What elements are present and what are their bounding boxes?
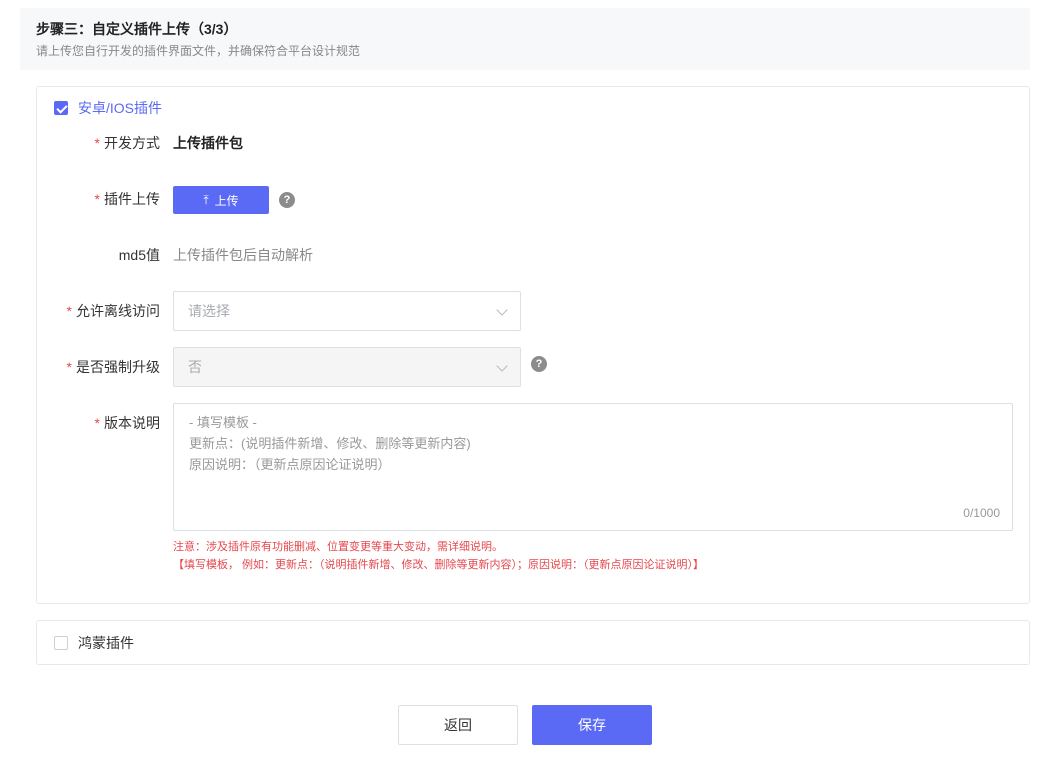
upload-arrow-icon: ⤒ (203, 193, 209, 207)
question-circle-icon[interactable]: ? (531, 356, 547, 372)
chevron-down-icon (496, 359, 508, 372)
version-notes-textarea[interactable] (174, 404, 1012, 530)
char-counter: 0/1000 (963, 506, 1000, 520)
version-notes-textarea-box: 0/1000 (173, 403, 1013, 531)
offline-access-select[interactable]: 请选择 (173, 291, 521, 331)
back-button[interactable]: 返回 (398, 705, 518, 745)
offline-access-placeholder: 请选择 (188, 303, 230, 319)
harmony-checkbox[interactable] (54, 636, 68, 650)
harmony-plugin-card: 鸿蒙插件 (36, 620, 1030, 665)
version-notes-label: * 版本说明 (95, 414, 160, 432)
save-button[interactable]: 保存 (532, 705, 652, 745)
version-notes-notice-2: 【填写模板， 例如：更新点：（说明插件新增、修改、删除等更新内容）；原因说明：（… (173, 559, 705, 571)
required-mark: * (94, 135, 100, 151)
upload-button[interactable]: ⤒ 上传 (173, 186, 269, 214)
version-notes-notice-1: 注意：涉及插件原有功能删减、位置变更等重大变动，需详细说明。 (173, 541, 503, 553)
dev-method-label-text: 开发方式 (104, 135, 160, 151)
upload-button-label: 上传 (214, 193, 239, 208)
dev-method-value: 上传插件包 (173, 135, 243, 151)
md5-label: md5值 (118, 247, 160, 263)
required-mark: * (94, 415, 100, 431)
offline-access-label-text: 允许离线访问 (76, 303, 160, 319)
page: 步骤三：自定义插件上传（3/3） 请上传您自行开发的插件界面文件，并确保符合平台… (0, 0, 1047, 770)
offline-access-label: * 允许离线访问 (67, 302, 160, 320)
force-upgrade-label: * 是否强制升级 (67, 358, 160, 376)
android-ios-label[interactable]: 安卓/IOS插件 (78, 99, 162, 117)
plugin-upload-label: * 插件上传 (95, 190, 160, 208)
required-mark: * (94, 191, 100, 207)
step-description: 请上传您自行开发的插件界面文件，并确保符合平台设计规范 (36, 44, 361, 58)
step-header: 步骤三：自定义插件上传（3/3） 请上传您自行开发的插件界面文件，并确保符合平台… (20, 8, 1030, 70)
question-circle-icon[interactable]: ? (279, 192, 295, 208)
android-ios-checkbox[interactable] (54, 101, 68, 115)
chevron-down-icon (496, 303, 508, 316)
version-notes-label-text: 版本说明 (104, 415, 160, 431)
step-title: 步骤三：自定义插件上传（3/3） (36, 21, 238, 37)
android-ios-plugin-card: 安卓/IOS插件 * 开发方式 上传插件包 * 插件上传 ⤒ 上传 ? md5值 上… (36, 86, 1030, 604)
force-upgrade-label-text: 是否强制升级 (76, 359, 160, 375)
force-upgrade-value: 否 (188, 359, 202, 375)
required-mark: * (66, 359, 72, 375)
harmony-label[interactable]: 鸿蒙插件 (78, 634, 134, 652)
force-upgrade-select: 否 (173, 347, 521, 387)
plugin-upload-label-text: 插件上传 (104, 191, 160, 207)
dev-method-label: * 开发方式 (95, 134, 160, 152)
md5-value: 上传插件包后自动解析 (173, 247, 313, 263)
required-mark: * (66, 303, 72, 319)
